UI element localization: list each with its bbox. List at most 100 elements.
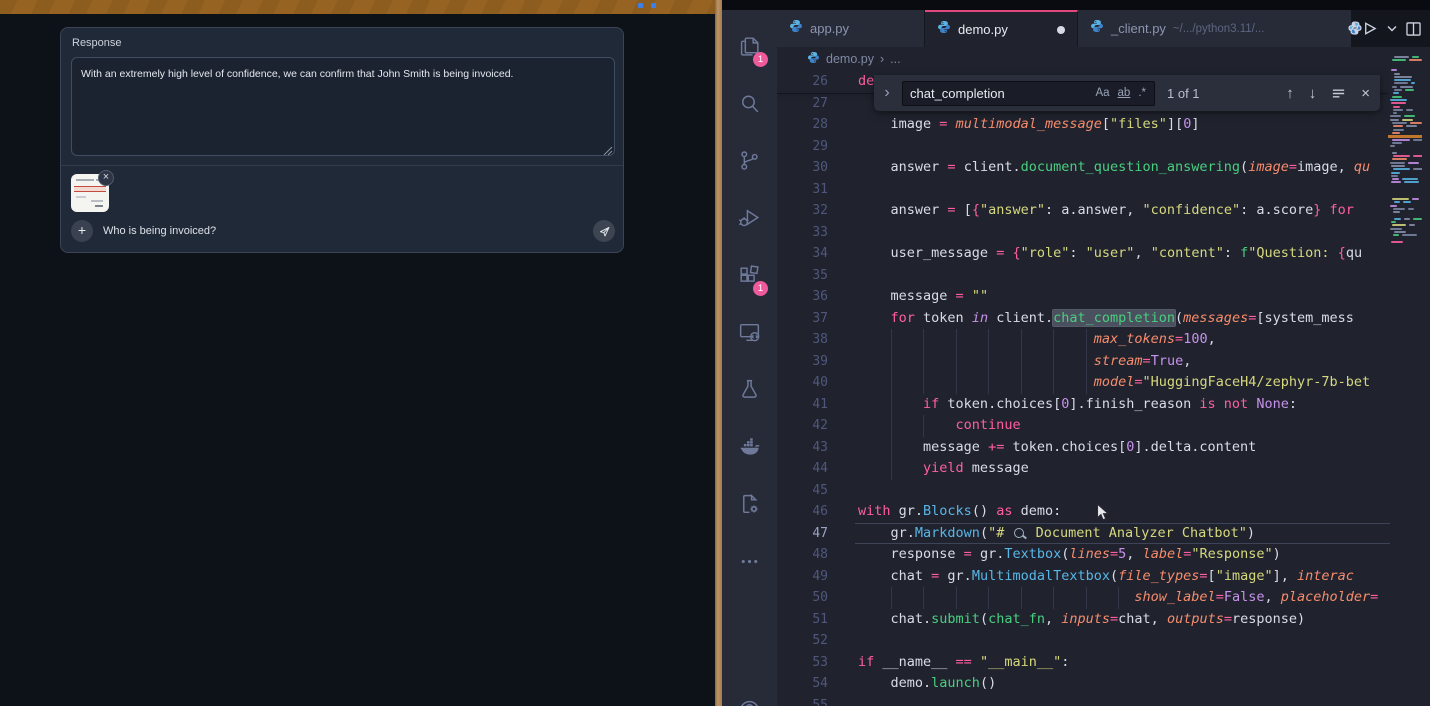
activity-source-control-icon[interactable] — [722, 139, 777, 183]
code-line[interactable]: model="HuggingFaceH4/zephyr-7b-bet — [858, 372, 1388, 394]
code-line[interactable]: answer = client.document_question_answer… — [858, 157, 1388, 179]
find-in-selection-button[interactable] — [1331, 86, 1346, 101]
code-line[interactable]: message = "" — [858, 286, 1388, 308]
activity-docker-icon[interactable] — [722, 425, 777, 469]
indent-guide — [1086, 329, 1087, 351]
breadcrumb-file[interactable]: demo.py — [826, 52, 874, 66]
code-line[interactable]: message += token.choices[0].delta.conten… — [858, 437, 1388, 459]
line-number: 37 — [777, 308, 828, 330]
code-line[interactable] — [858, 179, 1388, 201]
resize-handle-icon[interactable] — [603, 146, 613, 156]
indent-guide — [891, 351, 892, 373]
code-line[interactable]: response = gr.Textbox(lines=5, label="Re… — [858, 544, 1388, 566]
chat-message-input[interactable] — [103, 220, 573, 242]
indent-guide — [988, 587, 989, 609]
indent-guide — [891, 415, 892, 437]
activity-config-tools-icon[interactable] — [722, 482, 777, 526]
activity-remote-explorer-icon[interactable] — [722, 311, 777, 355]
tab-label: demo.py — [958, 22, 1008, 37]
whole-word-toggle[interactable]: ab — [1114, 86, 1135, 100]
tab-bar: app.py demo.py _client.py~/.../python3.1… — [777, 10, 1430, 47]
activity-run-and-debug-icon[interactable] — [722, 196, 777, 240]
activity-testing-icon[interactable] — [722, 368, 777, 412]
line-number: 40 — [777, 372, 828, 394]
activity-extensions-icon[interactable]: 1 — [722, 253, 777, 297]
activity-search-icon[interactable] — [722, 81, 777, 125]
split-editor-button[interactable] — [1406, 22, 1421, 36]
indent-guide — [1021, 372, 1022, 394]
code-editor[interactable]: 26de2728image = multimodal_message["file… — [777, 71, 1430, 706]
code-line[interactable]: user_message = {"role": "user", "content… — [858, 243, 1388, 265]
editor-actions — [1352, 10, 1430, 47]
line-number: 32 — [777, 200, 828, 222]
activity-explorer-icon[interactable]: 1 — [722, 24, 777, 68]
strip-dot-icon — [651, 3, 656, 8]
response-textarea[interactable]: With an extremely high level of confiden… — [71, 57, 615, 156]
find-results-count: 1 of 1 — [1167, 86, 1200, 101]
activity-more-views-icon[interactable] — [722, 540, 777, 584]
indent-guide — [891, 437, 892, 459]
code-line[interactable]: show_label=False, placeholder= — [858, 587, 1388, 609]
activity-bar: 11 — [722, 10, 777, 706]
send-button[interactable] — [593, 220, 615, 242]
code-line[interactable]: max_tokens=100, — [858, 329, 1388, 351]
window-top-edge — [722, 0, 1430, 10]
tab-label: _client.py — [1111, 21, 1166, 36]
breadcrumb[interactable]: demo.py › ... — [777, 47, 1386, 71]
activity-account-icon[interactable] — [722, 688, 777, 706]
code-line[interactable]: continue — [858, 415, 1388, 437]
code-line[interactable] — [858, 630, 1388, 652]
find-query-input[interactable] — [910, 86, 1091, 101]
match-case-toggle[interactable]: Aa — [1091, 86, 1113, 100]
minimap[interactable] — [1388, 56, 1422, 256]
add-file-button[interactable]: + — [71, 220, 93, 242]
remove-attachment-button[interactable]: × — [98, 170, 114, 186]
code-line[interactable]: answer = [{"answer": a.answer, "confiden… — [858, 200, 1388, 222]
code-line[interactable]: chat = gr.MultimodalTextbox(file_types=[… — [858, 566, 1388, 588]
line-number: 53 — [777, 652, 828, 674]
indent-guide — [923, 372, 924, 394]
line-number: 39 — [777, 351, 828, 373]
code-line[interactable]: chat.submit(chat_fn, inputs=chat, output… — [858, 609, 1388, 631]
run-dropdown-chevron-icon[interactable] — [1387, 25, 1397, 32]
regex-toggle[interactable]: .* — [1134, 86, 1150, 100]
run-python-file-button[interactable] — [1361, 20, 1378, 37]
indent-guide — [956, 351, 957, 373]
code-line[interactable] — [858, 222, 1388, 244]
code-line[interactable]: stream=True, — [858, 351, 1388, 373]
next-match-button[interactable]: ↓ — [1309, 86, 1317, 101]
code-line[interactable] — [858, 265, 1388, 287]
code-line[interactable]: for token in client.chat_completion(mess… — [858, 308, 1388, 330]
line-number: 44 — [777, 458, 828, 480]
indent-guide — [1053, 587, 1054, 609]
find-input-box: Aa ab .* — [902, 81, 1155, 106]
card-divider — [61, 165, 623, 166]
indent-guide — [988, 372, 989, 394]
line-number: 48 — [777, 544, 828, 566]
close-find-button[interactable]: × — [1361, 86, 1370, 101]
code-line[interactable]: with gr.Blocks() as demo: — [858, 501, 1388, 523]
python-file-icon — [789, 19, 803, 38]
code-line[interactable] — [858, 136, 1388, 158]
find-expand-chevron-icon[interactable]: › — [880, 84, 894, 102]
indent-guide — [1086, 372, 1087, 394]
tab-_client.py[interactable]: _client.py~/.../python3.11/... — [1078, 10, 1352, 47]
indent-guide — [1053, 351, 1054, 373]
code-line[interactable]: yield message — [858, 458, 1388, 480]
line-number: 50 — [777, 587, 828, 609]
code-line[interactable]: if token.choices[0].finish_reason is not… — [858, 394, 1388, 416]
code-line[interactable]: image = multimodal_message["files"][0] — [858, 114, 1388, 136]
tab-app.py[interactable]: app.py — [777, 10, 925, 47]
code-line[interactable] — [858, 695, 1388, 706]
breadcrumb-separator-icon: › — [880, 52, 884, 66]
code-line[interactable]: demo.launch() — [858, 673, 1388, 695]
indent-guide — [956, 329, 957, 351]
indent-guide — [891, 329, 892, 351]
previous-match-button[interactable]: ↑ — [1286, 86, 1294, 101]
indent-guide — [923, 329, 924, 351]
tab-demo.py[interactable]: demo.py — [925, 10, 1078, 47]
code-line[interactable] — [858, 480, 1388, 502]
code-line[interactable]: if __name__ == "__main__": — [858, 652, 1388, 674]
breadcrumb-more[interactable]: ... — [890, 52, 900, 66]
modified-dot-icon — [1057, 26, 1065, 34]
